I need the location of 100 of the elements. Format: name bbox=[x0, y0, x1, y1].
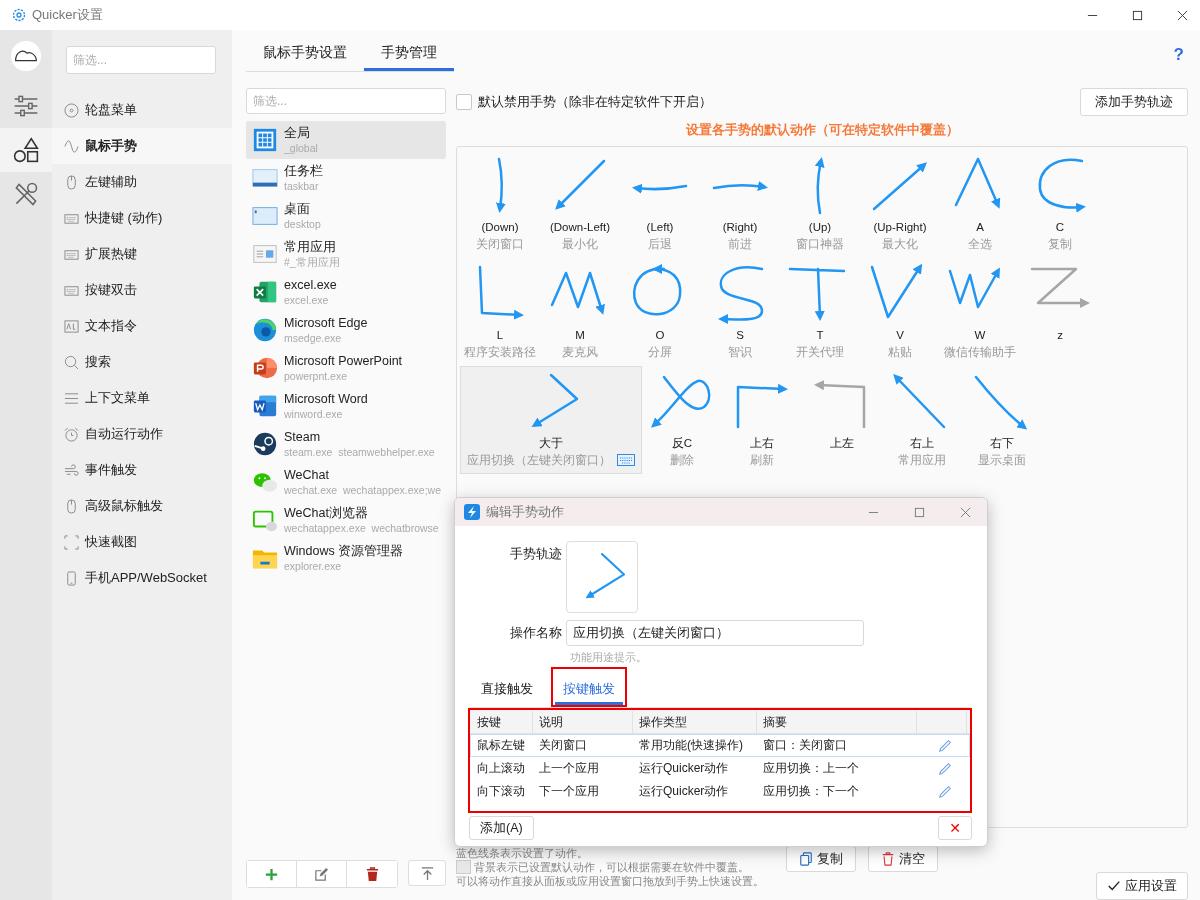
pencil-icon[interactable] bbox=[938, 761, 952, 776]
gesture-cell[interactable]: L 程序安装路径 bbox=[460, 258, 540, 366]
table-row[interactable]: 向上滚动 上一个应用 运行Quicker动作 应用切换：上一个 bbox=[470, 757, 970, 780]
filter-field[interactable]: 筛选... bbox=[246, 88, 446, 114]
rail-tab[interactable] bbox=[0, 128, 52, 172]
pencil-icon[interactable] bbox=[938, 738, 952, 753]
apply-button[interactable]: 应用设置 bbox=[1096, 872, 1188, 900]
close-icon[interactable] bbox=[1177, 9, 1188, 21]
gesture-cell[interactable]: S 智识 bbox=[700, 258, 780, 366]
app-process: #_常用应用 bbox=[284, 254, 340, 269]
tab[interactable]: 鼠标手势设置 bbox=[246, 44, 364, 71]
gesture-cell[interactable]: 右上 常用应用 bbox=[882, 366, 962, 474]
add-gesture-button[interactable]: 添加手势轨迹 bbox=[1080, 88, 1188, 116]
gesture-cell[interactable]: A 全选 bbox=[940, 150, 1020, 258]
gesture-name: 大于 bbox=[539, 436, 563, 451]
gesture-cell[interactable]: 反C 删除 bbox=[642, 366, 722, 474]
gesture-cell[interactable]: 大于 应用切换（左键关闭窗口） bbox=[460, 366, 642, 474]
gesture-name: C bbox=[1055, 220, 1065, 235]
add-button[interactable]: 添加(A) bbox=[469, 816, 534, 840]
table-row[interactable]: 鼠标左键 关闭窗口 常用功能(快速操作) 窗口：关闭窗口 bbox=[470, 734, 970, 757]
trigger-tab[interactable]: 直接触发 bbox=[473, 681, 541, 705]
avatar-icon[interactable] bbox=[10, 40, 42, 72]
gesture-name: (Up) bbox=[808, 220, 832, 235]
gesture-cell[interactable]: T 开关代理 bbox=[780, 258, 860, 366]
presentation-icon bbox=[252, 355, 278, 381]
trigger-tab[interactable]: 按键触发 bbox=[555, 681, 623, 705]
gesture-action: 刷新 bbox=[750, 452, 774, 469]
gesture-cell[interactable]: W 微信传输助手 bbox=[940, 258, 1020, 366]
add-button[interactable] bbox=[247, 861, 297, 887]
gesture-cell[interactable]: (Down) 关闭窗口 bbox=[460, 150, 540, 258]
nav-item[interactable]: 事件触发 bbox=[52, 452, 232, 488]
nav-item[interactable]: 高级鼠标触发 bbox=[52, 488, 232, 524]
nav-item[interactable]: 快速截图 bbox=[52, 524, 232, 560]
gesture-action: 开关代理 bbox=[796, 344, 844, 361]
column-header: 说明 bbox=[533, 711, 633, 733]
app-item[interactable]: Microsoft Word winword.exe bbox=[246, 387, 446, 425]
nav-item[interactable]: 文本指令 bbox=[52, 308, 232, 344]
gesture-action: 麦克风 bbox=[562, 344, 598, 361]
gesture-cell[interactable]: M 麦克风 bbox=[540, 258, 620, 366]
gesture-cell[interactable]: (Down-Left) 最小化 bbox=[540, 150, 620, 258]
copy-button[interactable]: 复制 bbox=[786, 846, 856, 872]
table-row[interactable]: 向下滚动 下一个应用 运行Quicker动作 应用切换：下一个 bbox=[470, 780, 970, 803]
gesture-cell[interactable]: 右下 显示桌面 bbox=[962, 366, 1042, 474]
nav-item[interactable]: 搜索 bbox=[52, 344, 232, 380]
app-name: Steam bbox=[284, 429, 322, 445]
nav-item[interactable]: 鼠标手势 bbox=[52, 128, 232, 164]
gesture-cell[interactable]: (Left) 后退 bbox=[620, 150, 700, 258]
gesture-cell[interactable]: O 分屏 bbox=[620, 258, 700, 366]
gesture-cell[interactable]: V 粘贴 bbox=[860, 258, 940, 366]
app-process: winword.exe bbox=[284, 406, 344, 421]
clear-button[interactable]: 清空 bbox=[868, 846, 938, 872]
gesture-cell[interactable]: 上左 bbox=[802, 366, 882, 474]
field-label: 手势轨迹 bbox=[509, 546, 563, 563]
check-icon bbox=[1107, 879, 1121, 893]
app-item[interactable]: 常用应用 #_常用应用 bbox=[246, 235, 446, 273]
help-button[interactable]: ? bbox=[1173, 45, 1184, 65]
nav-item[interactable]: 自动运行动作 bbox=[52, 416, 232, 452]
nav-item[interactable]: 上下文菜单 bbox=[52, 380, 232, 416]
app-name: Microsoft Word bbox=[284, 391, 368, 407]
app-item[interactable]: excel.exe excel.exe bbox=[246, 273, 446, 311]
app-item[interactable]: 任务栏 taskbar bbox=[246, 159, 446, 197]
gesture-name: O bbox=[655, 328, 665, 343]
app-item[interactable]: Windows 资源管理器 explorer.exe bbox=[246, 539, 446, 577]
app-item[interactable]: WeChat wechat.exe wechatappex.exe;we bbox=[246, 463, 446, 501]
nav-item[interactable]: 左键辅助 bbox=[52, 164, 232, 200]
gesture-cell[interactable]: (Right) 前进 bbox=[700, 150, 780, 258]
move-top-button[interactable] bbox=[408, 860, 446, 886]
app-item[interactable]: Microsoft Edge msedge.exe bbox=[246, 311, 446, 349]
nav-item[interactable]: 手机APP/WebSocket bbox=[52, 560, 232, 596]
app-item[interactable]: WeChat浏览器 wechatappex.exe wechatbrowse bbox=[246, 501, 446, 539]
nav-item[interactable]: 按键双击 bbox=[52, 272, 232, 308]
gesture-name: 右上 bbox=[910, 436, 934, 451]
gesture-cell[interactable]: (Up-Right) 最大化 bbox=[860, 150, 940, 258]
gesture-cell[interactable]: z bbox=[1020, 258, 1100, 366]
gesture-name: S bbox=[736, 328, 744, 343]
nav-item[interactable]: 轮盘菜单 bbox=[52, 92, 232, 128]
gesture-cell[interactable]: (Up) 窗口神器 bbox=[780, 150, 860, 258]
gesture-action: 粘贴 bbox=[888, 344, 912, 361]
filter-field[interactable]: 筛选... bbox=[66, 46, 216, 74]
alarm-clock-icon bbox=[64, 426, 79, 442]
crop-icon bbox=[64, 534, 79, 550]
gesture-name: L bbox=[496, 328, 504, 343]
legend-text: 背景表示已设置默认动作，可以根据需要在软件中覆盖。 bbox=[474, 860, 749, 874]
nav-item[interactable]: 快捷键 (动作) bbox=[52, 200, 232, 236]
delete-button[interactable]: ✕ bbox=[938, 816, 972, 840]
app-item[interactable]: 桌面 desktop bbox=[246, 197, 446, 235]
pencil-icon[interactable] bbox=[938, 784, 952, 799]
nav-item[interactable]: 扩展热键 bbox=[52, 236, 232, 272]
app-item[interactable]: Steam steam.exe steamwebhelper.exe bbox=[246, 425, 446, 463]
gesture-preview[interactable] bbox=[566, 541, 638, 613]
app-item[interactable]: Microsoft PowerPoint powerpnt.exe bbox=[246, 349, 446, 387]
disable-checkbox[interactable]: 默认禁用手势（除非在特定软件下开启） bbox=[456, 93, 712, 111]
shapes-icon bbox=[12, 136, 40, 164]
name-field[interactable]: 应用切换（左键关闭窗口） bbox=[566, 620, 864, 646]
window-title: Quicker设置 bbox=[32, 6, 103, 24]
maximize-icon[interactable] bbox=[1132, 9, 1143, 21]
tab[interactable]: 手势管理 bbox=[364, 44, 454, 71]
gesture-cell[interactable]: 上右 刷新 bbox=[722, 366, 802, 474]
gesture-name: (Right) bbox=[722, 220, 758, 235]
gesture-cell[interactable]: C 复制 bbox=[1020, 150, 1100, 258]
